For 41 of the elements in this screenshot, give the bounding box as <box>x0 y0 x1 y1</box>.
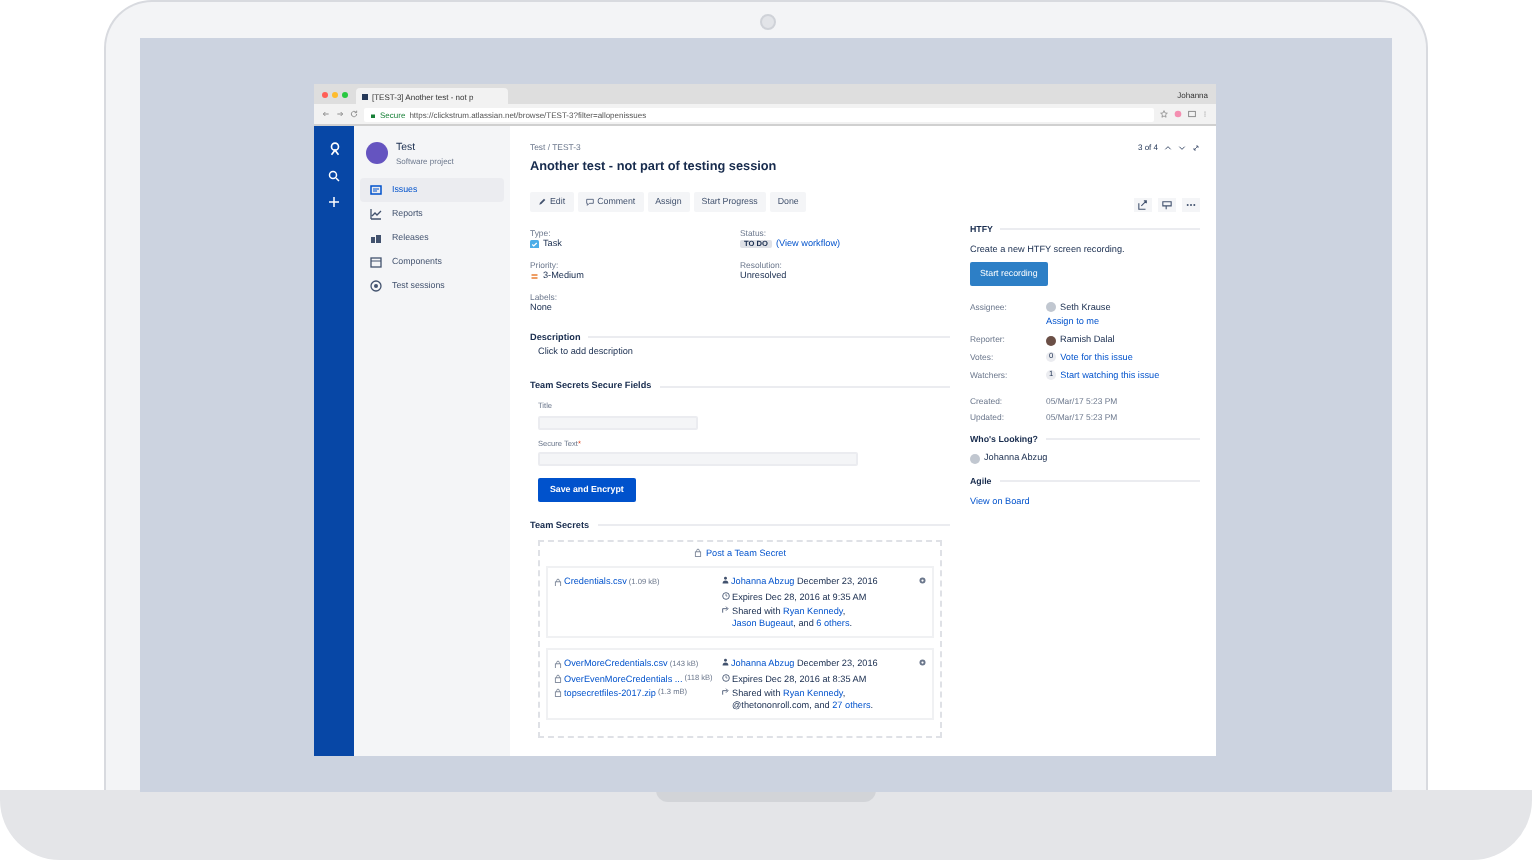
avatar-icon <box>1046 302 1056 313</box>
share-icon <box>722 605 730 614</box>
back-icon <box>322 110 330 118</box>
favicon-icon <box>362 93 368 99</box>
priority-icon <box>530 271 539 281</box>
person-icon <box>722 658 729 667</box>
task-icon <box>530 239 539 249</box>
settings-icon <box>917 658 926 668</box>
lock-icon <box>554 674 562 684</box>
plus-icon <box>328 196 340 208</box>
person-icon <box>722 576 729 585</box>
lock-icon <box>554 688 562 698</box>
photo-placeholder <box>1046 335 1056 346</box>
forward-icon <box>336 110 344 118</box>
settings-icon <box>917 576 926 586</box>
comment-icon <box>585 198 594 206</box>
collapse-icon <box>1192 143 1200 151</box>
calendar-icon <box>370 255 382 267</box>
up-icon <box>1164 143 1172 151</box>
lock-icon <box>554 659 562 669</box>
project-avatar-icon <box>366 142 388 165</box>
pencil-icon <box>538 198 546 206</box>
down-icon <box>1178 143 1186 151</box>
lock-icon <box>554 577 562 587</box>
share-button[interactable] <box>1134 198 1152 212</box>
clock-icon <box>722 673 730 682</box>
feedback-button[interactable] <box>1158 198 1176 212</box>
more-button[interactable] <box>1182 198 1200 212</box>
reload-icon <box>350 110 358 118</box>
line-chart-icon <box>370 207 382 219</box>
issues-icon <box>370 183 382 195</box>
clock-icon <box>722 591 730 600</box>
search-icon <box>328 170 340 182</box>
camera-icon <box>760 14 776 30</box>
target-icon <box>370 279 382 291</box>
share-icon <box>722 687 730 696</box>
avatar-icon <box>970 453 980 464</box>
boxes-icon <box>370 231 382 243</box>
share-icon <box>1138 200 1148 210</box>
logo-icon <box>327 142 341 156</box>
star-icon <box>1160 110 1168 118</box>
